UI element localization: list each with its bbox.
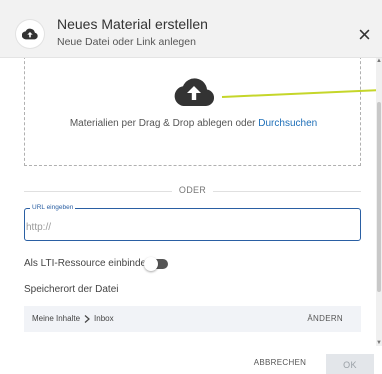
- dialog-footer: ABBRECHEN OK: [0, 346, 382, 374]
- lti-label: Als LTI-Ressource einbinden: [24, 258, 152, 269]
- breadcrumb-my-content[interactable]: Meine Inhalte: [32, 314, 80, 323]
- breadcrumb: Meine Inhalte Inbox: [32, 314, 114, 323]
- cloud-upload-icon: [174, 78, 215, 106]
- dialog-header: Neues Material erstellen Neue Datei oder…: [0, 0, 382, 58]
- divider-line-right: [213, 191, 361, 192]
- cancel-button[interactable]: ABBRECHEN: [248, 358, 312, 374]
- change-location-button[interactable]: ÄNDERN: [307, 314, 343, 323]
- close-icon: [359, 29, 369, 39]
- drop-zone[interactable]: Materialien per Drag & Drop ablegen oder…: [24, 58, 361, 166]
- drop-text: Materialien per Drag & Drop ablegen oder: [69, 118, 256, 129]
- dialog-subtitle: Neue Datei oder Link anlegen: [57, 36, 196, 48]
- url-field-label: URL eingeben: [30, 204, 76, 211]
- close-button[interactable]: [354, 24, 374, 44]
- url-field[interactable]: URL eingeben: [24, 204, 361, 241]
- storage-location-bar: Meine Inhalte Inbox ÄNDERN: [24, 306, 361, 332]
- dialog-body[interactable]: Materialien per Drag & Drop ablegen oder…: [0, 58, 382, 346]
- ok-button[interactable]: OK: [326, 354, 374, 374]
- lti-toggle-knob: [144, 257, 158, 271]
- callout-line: [221, 89, 382, 98]
- or-label: ODER: [178, 185, 207, 195]
- or-divider: ODER: [24, 185, 361, 199]
- browse-link[interactable]: Durchsuchen: [258, 118, 317, 129]
- lti-toggle[interactable]: [144, 257, 168, 271]
- cloud-upload-icon: [16, 20, 44, 48]
- url-input[interactable]: [26, 217, 346, 237]
- scroll-up-icon[interactable]: ▲: [376, 58, 382, 64]
- scrollbar[interactable]: ▲ ▼: [376, 58, 382, 346]
- chevron-right-icon: [84, 314, 90, 323]
- scrollbar-thumb[interactable]: [377, 102, 381, 292]
- storage-location-label: Speicherort der Datei: [24, 284, 119, 295]
- breadcrumb-inbox[interactable]: Inbox: [94, 314, 114, 323]
- dialog-title: Neues Material erstellen: [57, 16, 208, 32]
- drop-instructions: Materialien per Drag & Drop ablegen oder…: [25, 118, 362, 129]
- create-material-dialog: Neues Material erstellen Neue Datei oder…: [0, 0, 382, 374]
